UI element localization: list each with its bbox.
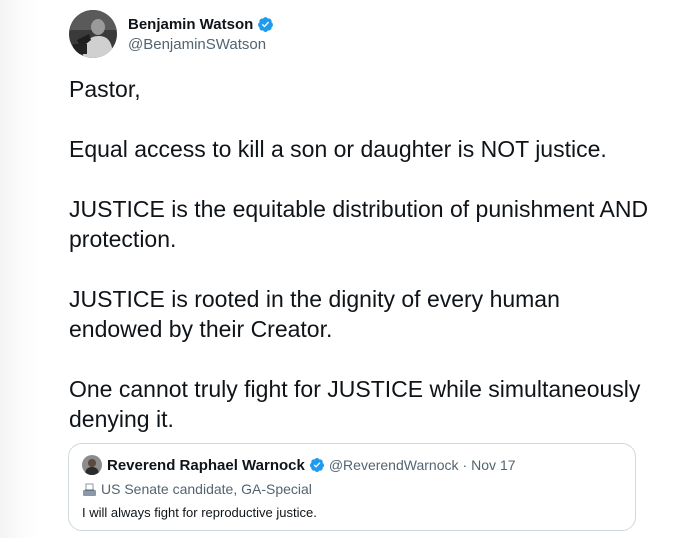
tweet-text: Pastor, Equal access to kill a son or da… <box>69 74 649 434</box>
tweet-paragraph: One cannot truly fight for JUSTICE while… <box>69 376 641 432</box>
author-handle[interactable]: @BenjaminSWatson <box>128 35 274 55</box>
author-name-row: Benjamin Watson <box>128 13 274 35</box>
tweet-paragraph: JUSTICE is the equitable distribution of… <box>69 196 649 252</box>
author-avatar[interactable] <box>69 10 117 58</box>
ballot-box-icon <box>82 482 97 497</box>
quoted-tweet-header: Reverend Raphael Warnock @ReverendWarnoc… <box>82 455 516 475</box>
candidate-label: US Senate candidate, GA-Special <box>101 481 312 497</box>
tweet-paragraph: Pastor, <box>69 76 141 102</box>
left-edge-shadow <box>0 0 40 538</box>
tweet-paragraph: JUSTICE is rooted in the dignity of ever… <box>69 286 560 342</box>
quoted-author-handle: @ReverendWarnock <box>328 457 459 473</box>
quoted-author-avatar <box>82 455 102 475</box>
quoted-author-display-name: Reverend Raphael Warnock <box>107 456 305 474</box>
author-display-name[interactable]: Benjamin Watson <box>128 16 253 33</box>
quoted-tweet-text: I will always fight for reproductive jus… <box>82 505 317 520</box>
verified-badge-icon <box>257 16 274 33</box>
quoted-tweet-card[interactable]: Reverend Raphael Warnock @ReverendWarnoc… <box>68 443 636 531</box>
author-names: Benjamin Watson @BenjaminSWatson <box>128 13 274 55</box>
tweet-paragraph: Equal access to kill a son or daughter i… <box>69 136 607 162</box>
verified-badge-icon <box>309 457 325 473</box>
quoted-tweet-date[interactable]: Nov 17 <box>471 457 515 473</box>
separator-dot: · <box>462 457 468 473</box>
tweet-author-header: Benjamin Watson @BenjaminSWatson <box>69 10 274 58</box>
quoted-author-label: US Senate candidate, GA-Special <box>82 479 312 499</box>
